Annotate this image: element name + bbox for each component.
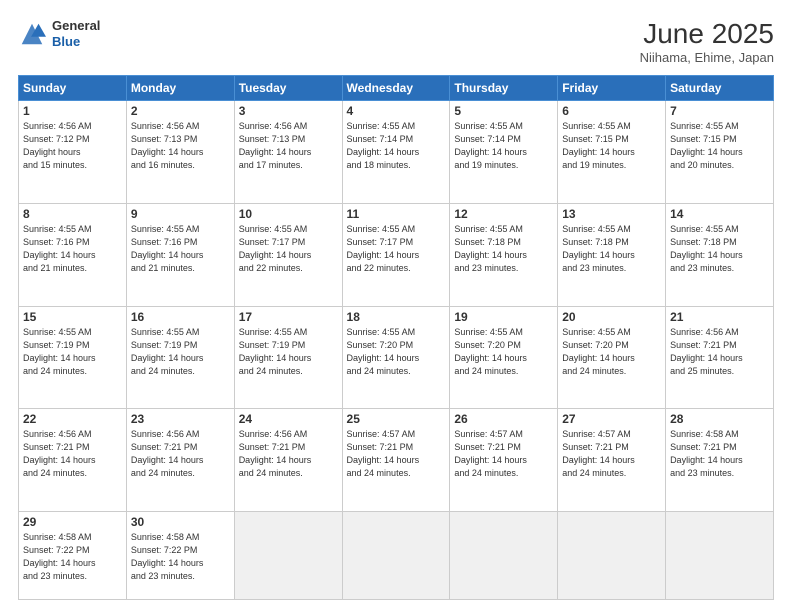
calendar-cell: 5Sunrise: 4:55 AMSunset: 7:14 PMDaylight…: [450, 101, 558, 204]
calendar-cell: 8Sunrise: 4:55 AMSunset: 7:16 PMDaylight…: [19, 203, 127, 306]
calendar-cell: 16Sunrise: 4:55 AMSunset: 7:19 PMDayligh…: [126, 306, 234, 409]
calendar-cell: 15Sunrise: 4:55 AMSunset: 7:19 PMDayligh…: [19, 306, 127, 409]
calendar-cell: 6Sunrise: 4:55 AMSunset: 7:15 PMDaylight…: [558, 101, 666, 204]
calendar-cell: 25Sunrise: 4:57 AMSunset: 7:21 PMDayligh…: [342, 409, 450, 512]
calendar-cell: 1Sunrise: 4:56 AMSunset: 7:12 PMDaylight…: [19, 101, 127, 204]
weekday-header: Saturday: [666, 76, 774, 101]
calendar-cell: 7Sunrise: 4:55 AMSunset: 7:15 PMDaylight…: [666, 101, 774, 204]
calendar-week-row: 29Sunrise: 4:58 AMSunset: 7:22 PMDayligh…: [19, 512, 774, 600]
weekday-header: Sunday: [19, 76, 127, 101]
calendar-cell: 28Sunrise: 4:58 AMSunset: 7:21 PMDayligh…: [666, 409, 774, 512]
calendar-cell: 17Sunrise: 4:55 AMSunset: 7:19 PMDayligh…: [234, 306, 342, 409]
calendar-cell: 13Sunrise: 4:55 AMSunset: 7:18 PMDayligh…: [558, 203, 666, 306]
calendar-cell: 22Sunrise: 4:56 AMSunset: 7:21 PMDayligh…: [19, 409, 127, 512]
calendar-week-row: 22Sunrise: 4:56 AMSunset: 7:21 PMDayligh…: [19, 409, 774, 512]
page: General Blue June 2025 Niihama, Ehime, J…: [0, 0, 792, 612]
calendar-cell: 30Sunrise: 4:58 AMSunset: 7:22 PMDayligh…: [126, 512, 234, 600]
weekday-header: Thursday: [450, 76, 558, 101]
logo-general: General: [52, 18, 100, 34]
calendar-cell: 24Sunrise: 4:56 AMSunset: 7:21 PMDayligh…: [234, 409, 342, 512]
calendar-week-row: 1Sunrise: 4:56 AMSunset: 7:12 PMDaylight…: [19, 101, 774, 204]
calendar-cell: 20Sunrise: 4:55 AMSunset: 7:20 PMDayligh…: [558, 306, 666, 409]
calendar-cell: 21Sunrise: 4:56 AMSunset: 7:21 PMDayligh…: [666, 306, 774, 409]
location-subtitle: Niihama, Ehime, Japan: [640, 50, 774, 65]
calendar-cell: 10Sunrise: 4:55 AMSunset: 7:17 PMDayligh…: [234, 203, 342, 306]
calendar-cell: 9Sunrise: 4:55 AMSunset: 7:16 PMDaylight…: [126, 203, 234, 306]
title-area: June 2025 Niihama, Ehime, Japan: [640, 18, 774, 65]
logo-blue: Blue: [52, 34, 100, 50]
calendar-cell: [234, 512, 342, 600]
calendar-cell: [666, 512, 774, 600]
weekday-header: Monday: [126, 76, 234, 101]
weekday-header: Friday: [558, 76, 666, 101]
logo: General Blue: [18, 18, 100, 49]
calendar-week-row: 15Sunrise: 4:55 AMSunset: 7:19 PMDayligh…: [19, 306, 774, 409]
weekday-header: Tuesday: [234, 76, 342, 101]
calendar-cell: 2Sunrise: 4:56 AMSunset: 7:13 PMDaylight…: [126, 101, 234, 204]
calendar-cell: 23Sunrise: 4:56 AMSunset: 7:21 PMDayligh…: [126, 409, 234, 512]
calendar-cell: 29Sunrise: 4:58 AMSunset: 7:22 PMDayligh…: [19, 512, 127, 600]
calendar-week-row: 8Sunrise: 4:55 AMSunset: 7:16 PMDaylight…: [19, 203, 774, 306]
calendar-cell: [558, 512, 666, 600]
calendar-cell: 18Sunrise: 4:55 AMSunset: 7:20 PMDayligh…: [342, 306, 450, 409]
calendar-cell: 26Sunrise: 4:57 AMSunset: 7:21 PMDayligh…: [450, 409, 558, 512]
header: General Blue June 2025 Niihama, Ehime, J…: [18, 18, 774, 65]
logo-icon: [18, 20, 46, 48]
calendar-cell: 3Sunrise: 4:56 AMSunset: 7:13 PMDaylight…: [234, 101, 342, 204]
calendar-cell: 4Sunrise: 4:55 AMSunset: 7:14 PMDaylight…: [342, 101, 450, 204]
calendar-cell: 12Sunrise: 4:55 AMSunset: 7:18 PMDayligh…: [450, 203, 558, 306]
month-title: June 2025: [640, 18, 774, 50]
weekday-header: Wednesday: [342, 76, 450, 101]
calendar-cell: 19Sunrise: 4:55 AMSunset: 7:20 PMDayligh…: [450, 306, 558, 409]
calendar-cell: [342, 512, 450, 600]
calendar-cell: 11Sunrise: 4:55 AMSunset: 7:17 PMDayligh…: [342, 203, 450, 306]
calendar-cell: [450, 512, 558, 600]
calendar-table: SundayMondayTuesdayWednesdayThursdayFrid…: [18, 75, 774, 600]
calendar-cell: 27Sunrise: 4:57 AMSunset: 7:21 PMDayligh…: [558, 409, 666, 512]
logo-text: General Blue: [52, 18, 100, 49]
calendar-cell: 14Sunrise: 4:55 AMSunset: 7:18 PMDayligh…: [666, 203, 774, 306]
